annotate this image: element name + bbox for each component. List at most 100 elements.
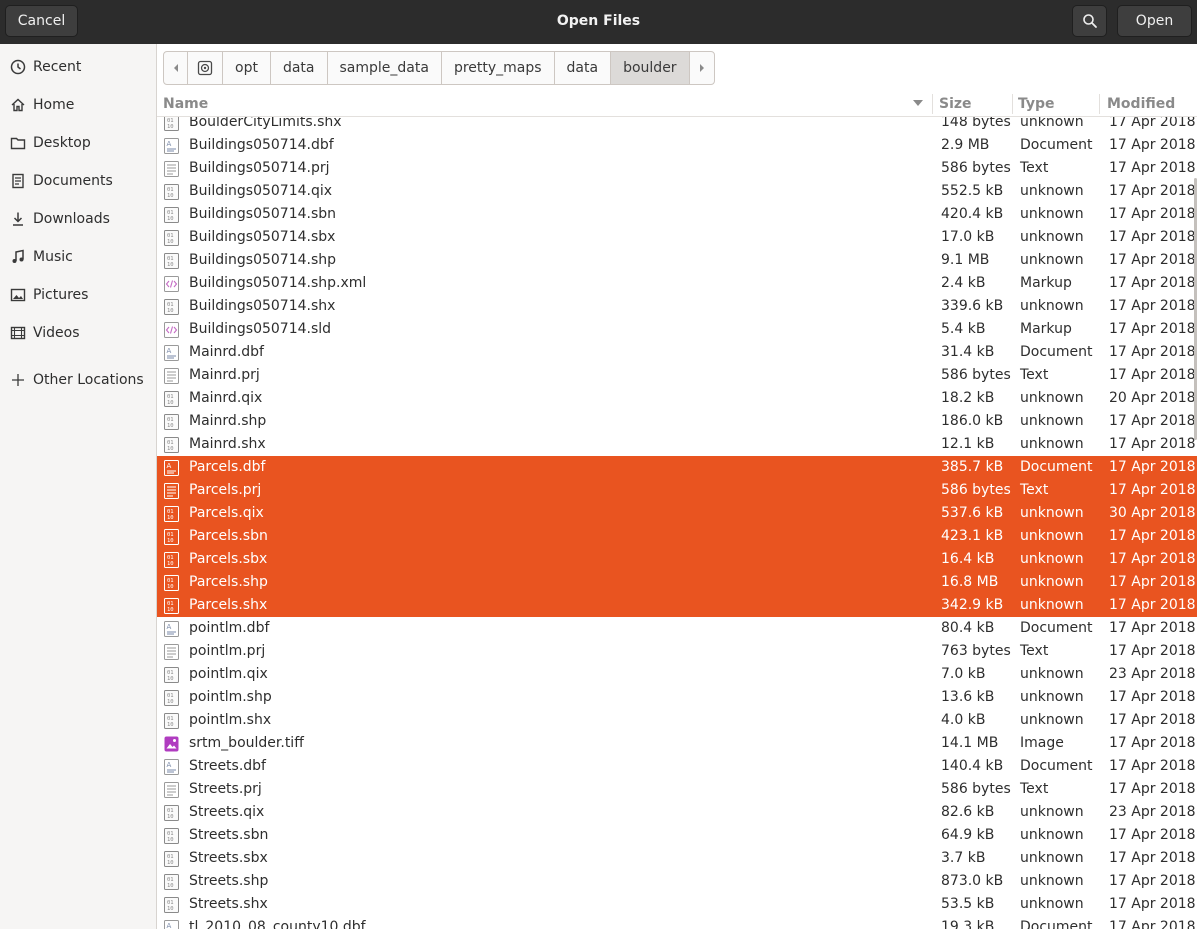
svg-text:10: 10 bbox=[167, 446, 174, 452]
file-modified: 17 Apr 2018 bbox=[1109, 781, 1196, 797]
file-row[interactable]: 01 10 pointlm.qix 7.0 kB unknown 23 Apr 2018 bbox=[157, 663, 1197, 686]
file-row[interactable]: 01 10 Streets.qix 82.6 kB unknown 23 Apr 2018 bbox=[157, 801, 1197, 824]
cancel-button[interactable]: Cancel bbox=[5, 5, 78, 37]
document-file-icon: A bbox=[164, 460, 179, 476]
path-root-button[interactable] bbox=[188, 52, 223, 84]
svg-text:10: 10 bbox=[167, 676, 174, 682]
file-size: 420.4 kB bbox=[941, 206, 1004, 222]
file-name: Parcels.shp bbox=[189, 574, 268, 590]
open-button[interactable]: Open bbox=[1117, 5, 1192, 37]
file-row[interactable]: 01 10 Buildings050714.sbx 17.0 kB unknown 17 … bbox=[157, 226, 1197, 249]
file-type: Text bbox=[1020, 367, 1049, 383]
file-row[interactable]: 01 10 Parcels.shx 342.9 kB unknown 17 Apr 201… bbox=[157, 594, 1197, 617]
sidebar-item-music[interactable]: Music bbox=[0, 242, 156, 272]
binary-file-icon: 01 10 bbox=[164, 851, 179, 867]
binary-file-icon: 01 10 bbox=[164, 529, 179, 545]
file-type: unknown bbox=[1020, 804, 1084, 820]
file-row[interactable]: Streets.prj 586 bytes Text 17 Apr 2018 bbox=[157, 778, 1197, 801]
file-size: 82.6 kB bbox=[941, 804, 995, 820]
path-segment[interactable]: data bbox=[555, 52, 612, 84]
sidebar-item-recent[interactable]: Recent bbox=[0, 52, 156, 82]
file-row[interactable]: 01 10 Buildings050714.shp 9.1 MB unknown 17 A… bbox=[157, 249, 1197, 272]
file-name: Buildings050714.shp bbox=[189, 252, 337, 268]
file-size: 339.6 kB bbox=[941, 298, 1004, 314]
file-row[interactable]: 01 10 Mainrd.shx 12.1 kB unknown 17 Apr 2018 bbox=[157, 433, 1197, 456]
sidebar-item-desktop[interactable]: Desktop bbox=[0, 128, 156, 158]
file-row[interactable]: 01 10 Buildings050714.sbn 420.4 kB unknown 17… bbox=[157, 203, 1197, 226]
file-modified: 30 Apr 2018 bbox=[1109, 505, 1196, 521]
binary-file-icon: 01 10 bbox=[164, 713, 179, 729]
file-row[interactable]: 01 10 pointlm.shp 13.6 kB unknown 17 Apr 2018 bbox=[157, 686, 1197, 709]
file-type: unknown bbox=[1020, 390, 1084, 406]
file-row[interactable]: A Parcels.dbf 385.7 kB Document 17 Apr 2018 bbox=[157, 456, 1197, 479]
file-row[interactable]: 01 10 Buildings050714.qix 552.5 kB unknown 17… bbox=[157, 180, 1197, 203]
path-segment[interactable]: pretty_maps bbox=[442, 52, 555, 84]
svg-text:A: A bbox=[167, 140, 172, 148]
search-button[interactable] bbox=[1072, 5, 1107, 37]
file-row[interactable]: 01 10 Streets.sbx 3.7 kB unknown 17 Apr 2018 bbox=[157, 847, 1197, 870]
file-row[interactable]: srtm_boulder.tiff 14.1 MB Image 17 Apr 2018 bbox=[157, 732, 1197, 755]
file-row[interactable]: 01 10 Parcels.qix 537.6 kB unknown 30 Apr 201… bbox=[157, 502, 1197, 525]
file-row[interactable]: Buildings050714.shp.xml 2.4 kB Markup 17 Ap… bbox=[157, 272, 1197, 295]
file-row[interactable]: 01 10 Mainrd.shp 186.0 kB unknown 17 Apr 2018 bbox=[157, 410, 1197, 433]
path-segment[interactable]: opt bbox=[223, 52, 271, 84]
file-row[interactable]: Apointlm.dbf 80.4 kB Document 17 Apr 2018 bbox=[157, 617, 1197, 640]
file-row[interactable]: Mainrd.prj 586 bytes Text 17 Apr 2018 bbox=[157, 364, 1197, 387]
file-row[interactable]: A Mainrd.dbf 31.4 kB Document 17 Apr 2018 bbox=[157, 341, 1197, 364]
file-name: pointlm.shx bbox=[189, 712, 272, 728]
column-size-header[interactable]: Size bbox=[939, 91, 972, 117]
svg-text:10: 10 bbox=[167, 722, 174, 728]
file-row[interactable]: pointlm.prj 763 bytes Text 17 Apr 2018 bbox=[157, 640, 1197, 663]
file-name: Mainrd.dbf bbox=[189, 344, 264, 360]
sidebar-item-pictures[interactable]: Pictures bbox=[0, 280, 156, 310]
file-name: Parcels.sbn bbox=[189, 528, 268, 544]
binary-file-icon: 01 10 bbox=[164, 391, 179, 407]
svg-text:A: A bbox=[167, 347, 172, 355]
file-name: Parcels.dbf bbox=[189, 459, 266, 475]
file-row[interactable]: 01 10 Parcels.sbn 423.1 kB unknown 17 Apr 201… bbox=[157, 525, 1197, 548]
file-name: Buildings050714.sbn bbox=[189, 206, 337, 222]
file-row[interactable]: Buildings050714.sld 5.4 kB Markup 17 Apr 20… bbox=[157, 318, 1197, 341]
column-name-header[interactable]: Name bbox=[163, 91, 208, 117]
path-scroll-left-button[interactable] bbox=[164, 52, 188, 84]
column-modified-header[interactable]: Modified bbox=[1107, 91, 1175, 117]
path-segment[interactable]: data bbox=[271, 52, 328, 84]
file-modified: 17 Apr 2018 bbox=[1109, 275, 1196, 291]
file-row[interactable]: 01 10 Mainrd.qix 18.2 kB unknown 20 Apr 2018 bbox=[157, 387, 1197, 410]
image-file-icon bbox=[164, 736, 179, 752]
file-size: 16.8 MB bbox=[941, 574, 999, 590]
file-name: Streets.shp bbox=[189, 873, 269, 889]
file-row[interactable]: 01 10 Streets.sbn 64.9 kB unknown 17 Apr 2018 bbox=[157, 824, 1197, 847]
path-scroll-right-button[interactable] bbox=[690, 52, 714, 84]
file-name: Parcels.qix bbox=[189, 505, 264, 521]
file-name: Parcels.prj bbox=[189, 482, 262, 498]
file-row[interactable]: 01 10 Buildings050714.shx 339.6 kB unknown 17… bbox=[157, 295, 1197, 318]
sidebar-item-documents[interactable]: Documents bbox=[0, 166, 156, 196]
file-name: Streets.prj bbox=[189, 781, 262, 797]
file-row[interactable]: 01 10 pointlm.shx 4.0 kB unknown 17 Apr 2018 bbox=[157, 709, 1197, 732]
file-type: unknown bbox=[1020, 689, 1084, 705]
path-segment[interactable]: sample_data bbox=[328, 52, 442, 84]
file-row[interactable]: Atl_2010_08_county10.dbf 19.3 kB Document 1… bbox=[157, 916, 1197, 929]
sidebar-item-downloads[interactable]: Downloads bbox=[0, 204, 156, 234]
file-row[interactable]: A Streets.dbf 140.4 kB Document 17 Apr 2018 bbox=[157, 755, 1197, 778]
path-segment-current[interactable]: boulder bbox=[611, 52, 690, 84]
file-row[interactable]: 01 10 Parcels.sbx 16.4 kB unknown 17 Apr 2018 bbox=[157, 548, 1197, 571]
file-row[interactable]: Parcels.prj 586 bytes Text 17 Apr 2018 bbox=[157, 479, 1197, 502]
file-row[interactable]: 01 10 Streets.shx 53.5 kB unknown 17 Apr 2018 bbox=[157, 893, 1197, 916]
file-row[interactable]: Buildings050714.prj 586 bytes Text 17 Apr 2… bbox=[157, 157, 1197, 180]
video-icon bbox=[10, 326, 25, 340]
file-row[interactable]: A Buildings050714.dbf 2.9 MB Document 17 Apr… bbox=[157, 134, 1197, 157]
file-type: unknown bbox=[1020, 873, 1084, 889]
file-row[interactable]: 01 10 Parcels.shp 16.8 MB unknown 17 Apr 2018 bbox=[157, 571, 1197, 594]
file-row[interactable]: 01 10 Streets.shp 873.0 kB unknown 17 Apr 201… bbox=[157, 870, 1197, 893]
sidebar-item-videos[interactable]: Videos bbox=[0, 318, 156, 348]
sidebar-item-home[interactable]: Home bbox=[0, 90, 156, 120]
sort-descending-icon[interactable] bbox=[913, 100, 923, 106]
sidebar-item-other-locations[interactable]: Other Locations bbox=[0, 365, 156, 395]
file-row[interactable]: 01 10 BoulderCityLimits.shx 148 bytes unknow… bbox=[157, 117, 1197, 134]
file-modified: 17 Apr 2018 bbox=[1109, 712, 1196, 728]
column-type-header[interactable]: Type bbox=[1018, 91, 1055, 117]
file-size: 80.4 kB bbox=[941, 620, 995, 636]
svg-text:10: 10 bbox=[167, 400, 174, 406]
